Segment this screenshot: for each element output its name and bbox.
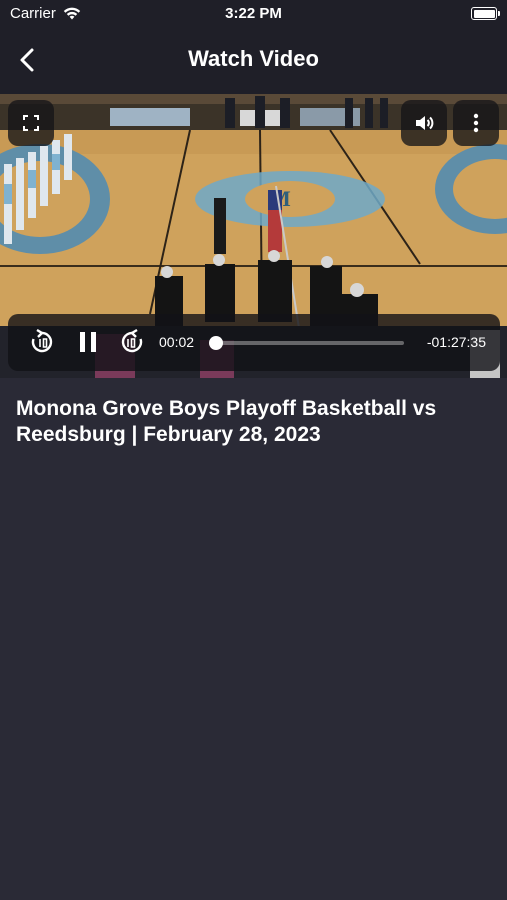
forward-button[interactable] xyxy=(118,328,146,356)
video-title: Monona Grove Boys Playoff Basketball vs … xyxy=(16,397,437,446)
remaining-time: -01:27:35 xyxy=(426,334,486,350)
fullscreen-icon xyxy=(23,115,39,131)
status-bar: Carrier 3:22 PM xyxy=(0,0,507,28)
seek-thumb[interactable] xyxy=(209,336,223,350)
pause-icon xyxy=(80,332,96,352)
more-button[interactable] xyxy=(453,100,499,146)
elapsed-time: 00:02 xyxy=(159,334,195,350)
video-player[interactable]: M xyxy=(0,94,507,378)
rewind-button[interactable] xyxy=(28,328,56,356)
more-vertical-icon xyxy=(473,113,479,133)
pause-button[interactable] xyxy=(74,328,102,356)
battery-icon xyxy=(471,7,500,20)
battery-level xyxy=(473,9,495,18)
page-title: Watch Video xyxy=(188,46,319,71)
fullscreen-button[interactable] xyxy=(8,100,54,146)
playback-controls: 00:02 -01:27:35 xyxy=(8,314,500,371)
volume-icon xyxy=(416,116,434,130)
status-time: 3:22 PM xyxy=(225,5,282,22)
rewind-icon xyxy=(31,328,53,353)
volume-button[interactable] xyxy=(401,100,447,146)
seek-bar[interactable] xyxy=(209,336,404,350)
forward-icon xyxy=(121,328,143,353)
navigation-bar: Watch Video xyxy=(0,28,507,94)
